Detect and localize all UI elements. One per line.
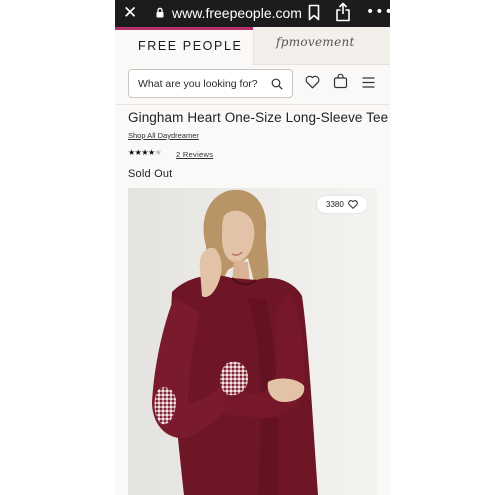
star-filled-icon: ★ bbox=[148, 148, 155, 157]
shop-collection-link[interactable]: Shop All Daydreamer bbox=[128, 131, 199, 140]
star-filled-icon: ★ bbox=[141, 148, 149, 157]
search-icon[interactable] bbox=[271, 78, 283, 90]
free-people-logo: FREE PEOPLE bbox=[138, 39, 243, 53]
favorites-count: 3380 bbox=[326, 200, 344, 209]
rating-stars: ★★★★★ bbox=[128, 148, 162, 157]
heart-icon bbox=[348, 200, 358, 209]
site-header bbox=[115, 65, 390, 105]
star-empty-icon: ★ bbox=[154, 148, 162, 157]
menu-icon[interactable] bbox=[362, 77, 375, 88]
heart-icon[interactable] bbox=[305, 75, 320, 89]
brand-tabs: FREE PEOPLE fpmovement bbox=[115, 27, 390, 65]
reviews-link[interactable]: 2 Reviews bbox=[176, 150, 213, 159]
share-icon[interactable] bbox=[335, 2, 351, 22]
bookmark-icon[interactable] bbox=[308, 4, 320, 21]
tab-free-people[interactable]: FREE PEOPLE bbox=[115, 27, 253, 65]
search-box bbox=[128, 69, 293, 98]
browser-toolbar: ✕ www.freepeople.com ••• bbox=[115, 0, 390, 27]
product-title: Gingham Heart One-Size Long-Sleeve Tee bbox=[128, 110, 389, 125]
product-image[interactable]: 3380 bbox=[128, 188, 377, 495]
availability-status: Sold Out bbox=[128, 168, 173, 180]
model-photo bbox=[128, 188, 377, 495]
favorite-button[interactable]: 3380 bbox=[317, 196, 367, 213]
lock-icon bbox=[156, 7, 164, 18]
search-input[interactable] bbox=[138, 76, 264, 92]
fp-movement-logo: fpmovement bbox=[276, 35, 355, 49]
mobile-browser-viewport: ✕ www.freepeople.com ••• FREE PEOPLE fpm… bbox=[115, 0, 390, 495]
bag-icon[interactable] bbox=[333, 73, 348, 89]
more-icon[interactable]: ••• bbox=[366, 2, 390, 22]
star-filled-icon: ★ bbox=[128, 148, 135, 157]
tab-fp-movement[interactable]: fpmovement bbox=[253, 27, 390, 65]
close-icon[interactable]: ✕ bbox=[123, 3, 137, 23]
url-text[interactable]: www.freepeople.com bbox=[172, 4, 302, 22]
